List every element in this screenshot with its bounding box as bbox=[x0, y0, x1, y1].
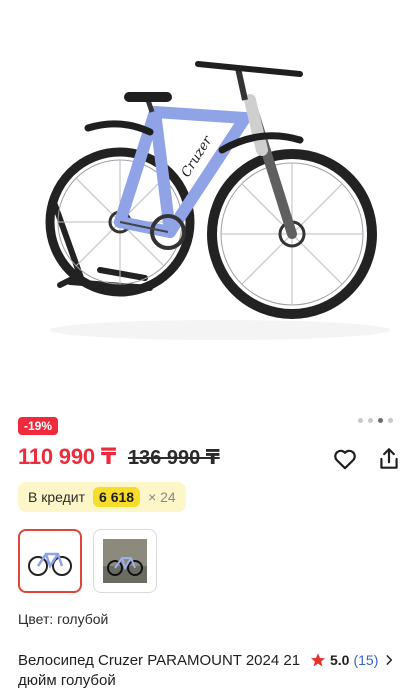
thumbnail-list bbox=[18, 529, 157, 593]
rating-count: (15) bbox=[353, 652, 379, 668]
lifestyle-thumb-icon bbox=[103, 539, 147, 583]
old-price: 136 990 ₸ bbox=[127, 447, 220, 469]
color-label: Цвет: голубой bbox=[18, 611, 109, 627]
favorite-button[interactable] bbox=[330, 444, 360, 474]
rating-value: 5.0 bbox=[330, 652, 350, 668]
pagination-dot bbox=[358, 418, 363, 423]
product-image[interactable]: Cruzer bbox=[0, 0, 420, 410]
discount-badge: -19% bbox=[18, 417, 59, 435]
credit-term: × 24 bbox=[148, 489, 176, 505]
thumbnail-lifestyle[interactable] bbox=[93, 529, 157, 593]
credit-label: В кредит bbox=[28, 489, 86, 505]
current-price: 110 990 ₸ bbox=[18, 444, 116, 469]
gallery-pagination bbox=[358, 418, 393, 423]
rating-link[interactable]: 5.0 (15) bbox=[310, 652, 396, 668]
credit-amount: 6 618 bbox=[93, 487, 141, 507]
heart-icon bbox=[334, 449, 356, 470]
price-row: 110 990 ₸ 136 990 ₸ bbox=[18, 444, 220, 470]
bicycle-illustration: Cruzer bbox=[45, 61, 390, 340]
share-icon bbox=[380, 448, 398, 469]
chevron-right-icon bbox=[386, 655, 393, 665]
pagination-dot bbox=[368, 418, 373, 423]
pagination-dot bbox=[388, 418, 393, 423]
thumbnail-bike-photo[interactable] bbox=[18, 529, 82, 593]
pagination-dot-active bbox=[378, 418, 383, 423]
product-title: Велосипед Cruzer PARAMOUNT 2024 21 дюйм … bbox=[18, 652, 301, 689]
star-icon bbox=[311, 653, 325, 667]
credit-offer[interactable]: В кредит 6 618 × 24 bbox=[18, 482, 186, 512]
share-button[interactable] bbox=[374, 444, 404, 474]
bike-thumb-icon bbox=[28, 552, 72, 576]
